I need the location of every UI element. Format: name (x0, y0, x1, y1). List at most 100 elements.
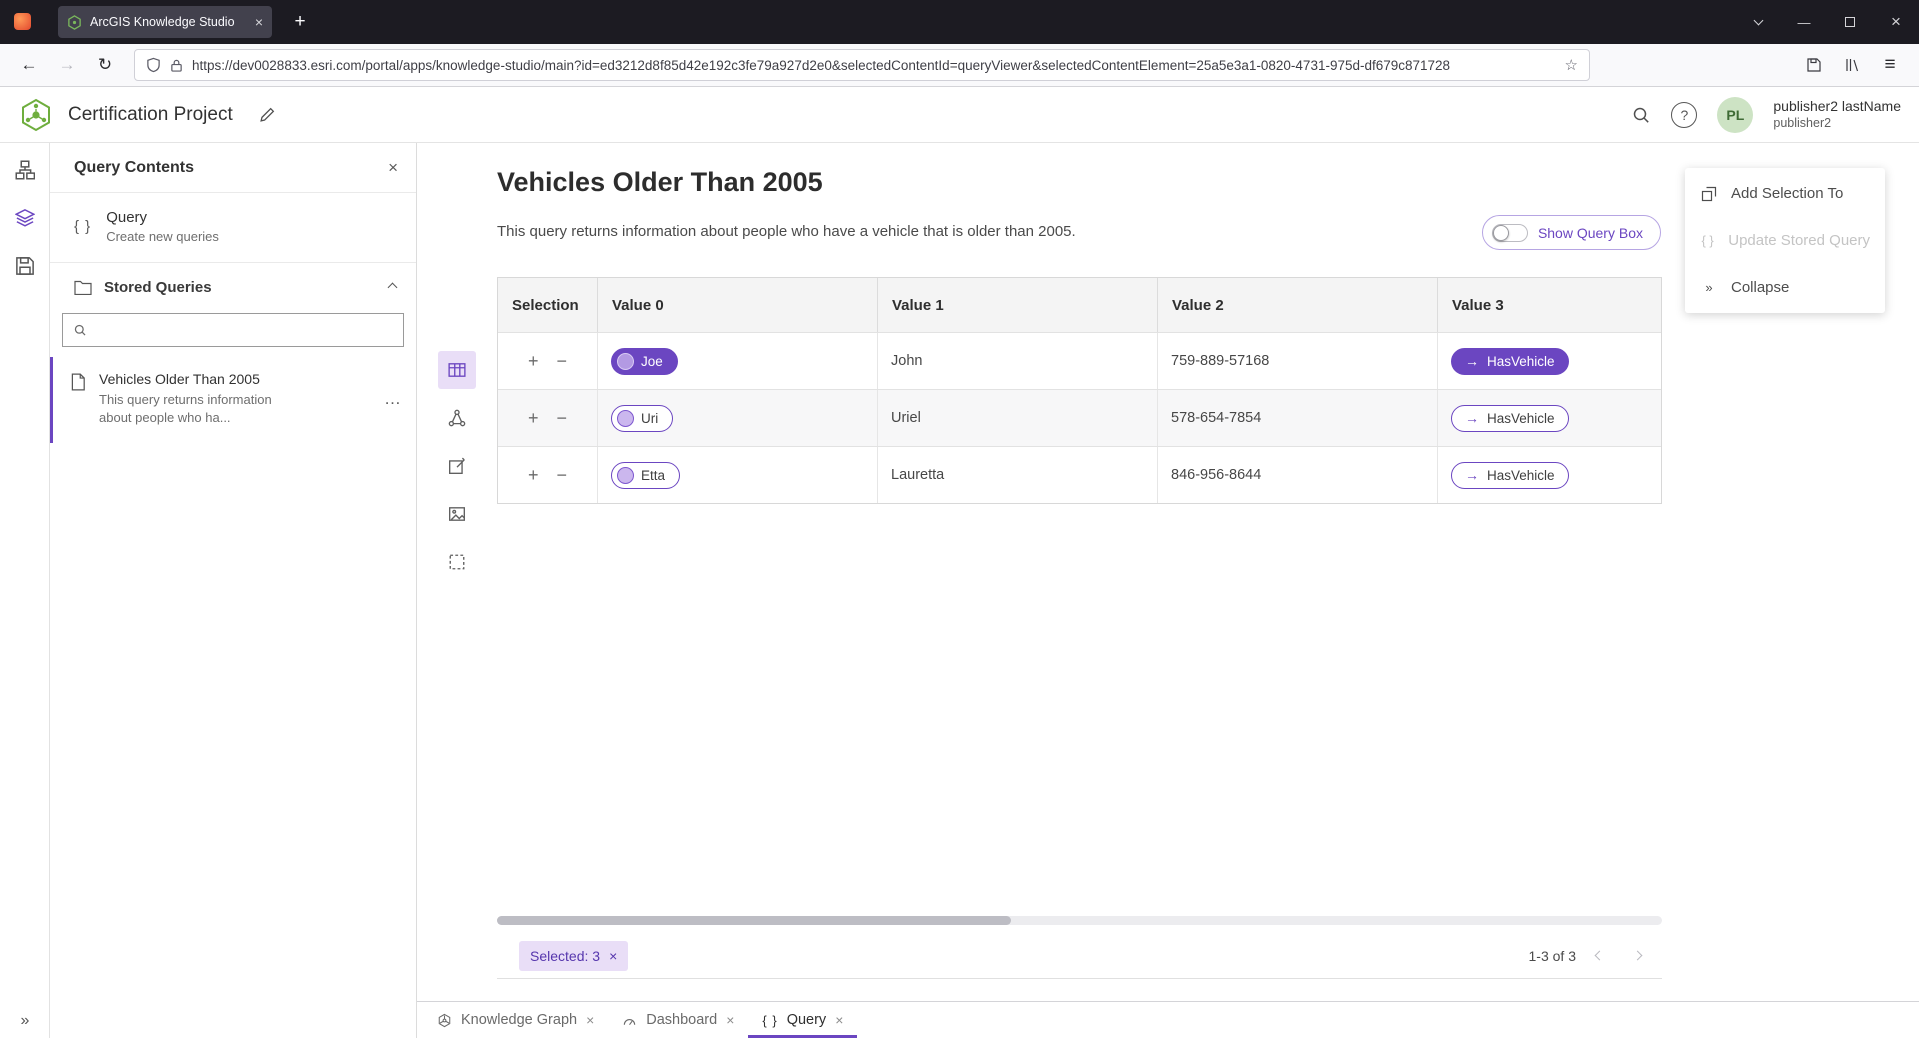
column-header[interactable]: Value 1 (878, 278, 1158, 332)
results-table: SelectionValue 0Value 1Value 2Value 3 + … (497, 277, 1662, 504)
firefox-view-icon[interactable] (14, 13, 31, 30)
menu-item-add-selection-to[interactable]: Add Selection To (1685, 170, 1885, 217)
relationship-arrow-icon: → (1465, 410, 1479, 426)
app-header: Certification Project ? PL publisher2 la… (0, 87, 1919, 143)
tab-knowledge-graph[interactable]: Knowledge Graph × (423, 1002, 608, 1038)
entity-pill[interactable]: Joe (611, 348, 678, 375)
stored-query-item[interactable]: Vehicles Older Than 2005 This query retu… (50, 357, 416, 443)
view-switcher (438, 351, 478, 581)
remove-from-selection-button[interactable]: − (557, 466, 568, 484)
previous-page-button[interactable] (1584, 941, 1614, 971)
new-query-item[interactable]: { } Query Create new queries (50, 193, 416, 263)
relationship-arrow-icon: → (1465, 353, 1479, 369)
expand-rail-icon[interactable]: » (0, 1012, 50, 1030)
relationship-pill[interactable]: → HasVehicle (1451, 462, 1569, 489)
dashboard-icon (622, 1013, 637, 1028)
table-row: + − Uri Uriel 578-654-7854 → HasVehicle (498, 389, 1661, 446)
help-icon[interactable]: ? (1671, 102, 1697, 128)
menu-item-collapse[interactable]: » Collapse (1685, 264, 1885, 311)
add-to-selection-button[interactable]: + (528, 466, 539, 484)
add-to-selection-button[interactable]: + (528, 409, 539, 427)
save-icon[interactable] (8, 249, 42, 283)
browser-toolbar: ← → ↻ https://dev0028833.esri.com/portal… (0, 44, 1919, 87)
browser-tab[interactable]: ArcGIS Knowledge Studio × (58, 6, 272, 38)
selection-view-icon[interactable] (438, 543, 476, 581)
page-title: Vehicles Older Than 2005 (497, 167, 823, 198)
tracking-shield-icon[interactable] (146, 57, 161, 73)
stored-queries-search-input[interactable] (95, 323, 393, 338)
table-view-icon[interactable] (438, 351, 476, 389)
knowledge-studio-logo[interactable] (18, 97, 54, 133)
layers-icon[interactable] (8, 201, 42, 235)
padlock-icon[interactable] (170, 58, 183, 73)
back-button[interactable]: ← (12, 50, 46, 80)
column-header[interactable]: Value 0 (598, 278, 878, 332)
column-header[interactable]: Value 2 (1158, 278, 1438, 332)
show-query-box-toggle[interactable]: Show Query Box (1482, 215, 1661, 250)
entity-icon (617, 410, 634, 427)
library-icon[interactable] (1835, 50, 1869, 80)
next-page-button[interactable] (1622, 941, 1652, 971)
data-model-icon[interactable] (8, 153, 42, 187)
tab-query[interactable]: { } Query × (748, 1002, 857, 1038)
add-to-selection-button[interactable]: + (528, 352, 539, 370)
window-maximize-button[interactable] (1827, 0, 1873, 44)
add-selection-icon (1700, 186, 1718, 202)
chevron-up-icon[interactable] (389, 278, 396, 296)
user-info[interactable]: publisher2 lastName publisher2 (1773, 97, 1901, 131)
stored-query-options-button[interactable]: … (384, 389, 402, 409)
relationship-arrow-icon: → (1465, 467, 1479, 483)
menu-item-update-stored-query[interactable]: { } Update Stored Query (1685, 217, 1885, 264)
context-menu: Add Selection To { } Update Stored Query… (1685, 168, 1885, 313)
reload-button[interactable]: ↻ (88, 50, 122, 80)
toggle-switch[interactable] (1492, 224, 1528, 242)
remove-from-selection-button[interactable]: − (557, 352, 568, 370)
entity-icon (617, 467, 634, 484)
address-bar[interactable]: https://dev0028833.esri.com/portal/apps/… (134, 49, 1590, 81)
value-2-cell: 846-956-8644 (1158, 447, 1438, 503)
column-header[interactable]: Selection (498, 278, 598, 332)
remove-from-selection-button[interactable]: − (557, 409, 568, 427)
pagination: 1-3 of 3 (1529, 941, 1652, 971)
save-page-icon[interactable] (1797, 50, 1831, 80)
table-body: + − Joe John 759-889-57168 → HasVehicle … (498, 332, 1661, 503)
window-close-button[interactable]: × (1873, 0, 1919, 44)
tab-close-icon[interactable]: × (586, 1012, 594, 1028)
stored-query-description: This query returns information about peo… (99, 391, 304, 427)
entity-pill[interactable]: Uri (611, 405, 673, 432)
stored-queries-searchbox[interactable] (62, 313, 404, 347)
scrollbar-thumb[interactable] (497, 916, 1011, 925)
hamburger-menu-icon[interactable]: ≡ (1873, 50, 1907, 80)
entity-pill[interactable]: Etta (611, 462, 680, 489)
panel-close-icon[interactable]: × (388, 158, 398, 178)
relationship-pill[interactable]: → HasVehicle (1451, 348, 1569, 375)
browser-titlebar: ArcGIS Knowledge Studio × + — × (0, 0, 1919, 44)
panel-title: Query Contents (74, 159, 388, 177)
avatar[interactable]: PL (1717, 97, 1753, 133)
relationship-pill[interactable]: → HasVehicle (1451, 405, 1569, 432)
horizontal-scrollbar[interactable] (497, 916, 1662, 925)
edit-title-icon[interactable] (259, 106, 276, 123)
search-icon[interactable] (1631, 105, 1651, 125)
link-chart-view-icon[interactable] (438, 399, 476, 437)
edit-view-icon[interactable] (438, 447, 476, 485)
selected-count-label: Selected: 3 (530, 948, 600, 964)
window-minimize-button[interactable]: — (1781, 0, 1827, 44)
new-tab-button[interactable]: + (286, 8, 314, 36)
braces-icon: { } (1700, 233, 1715, 248)
selected-count-chip[interactable]: Selected: 3 × (519, 941, 628, 971)
clear-selection-icon[interactable]: × (609, 948, 617, 964)
forward-button[interactable]: → (50, 50, 84, 80)
tab-close-icon[interactable]: × (255, 14, 263, 30)
knowledge-graph-icon (437, 1013, 452, 1028)
tab-close-icon[interactable]: × (726, 1012, 734, 1028)
bookmark-star-icon[interactable]: ☆ (1565, 56, 1578, 74)
tab-dashboard[interactable]: Dashboard × (608, 1002, 748, 1038)
tab-close-icon[interactable]: × (835, 1012, 843, 1028)
value-1-cell: John (878, 333, 1158, 389)
browser-window: ArcGIS Knowledge Studio × + — × ← → ↻ ht… (0, 0, 1919, 1038)
column-header[interactable]: Value 3 (1438, 278, 1661, 332)
stored-queries-header[interactable]: Stored Queries (50, 263, 416, 311)
tab-list-chevron-icon[interactable] (1735, 0, 1781, 44)
image-view-icon[interactable] (438, 495, 476, 533)
